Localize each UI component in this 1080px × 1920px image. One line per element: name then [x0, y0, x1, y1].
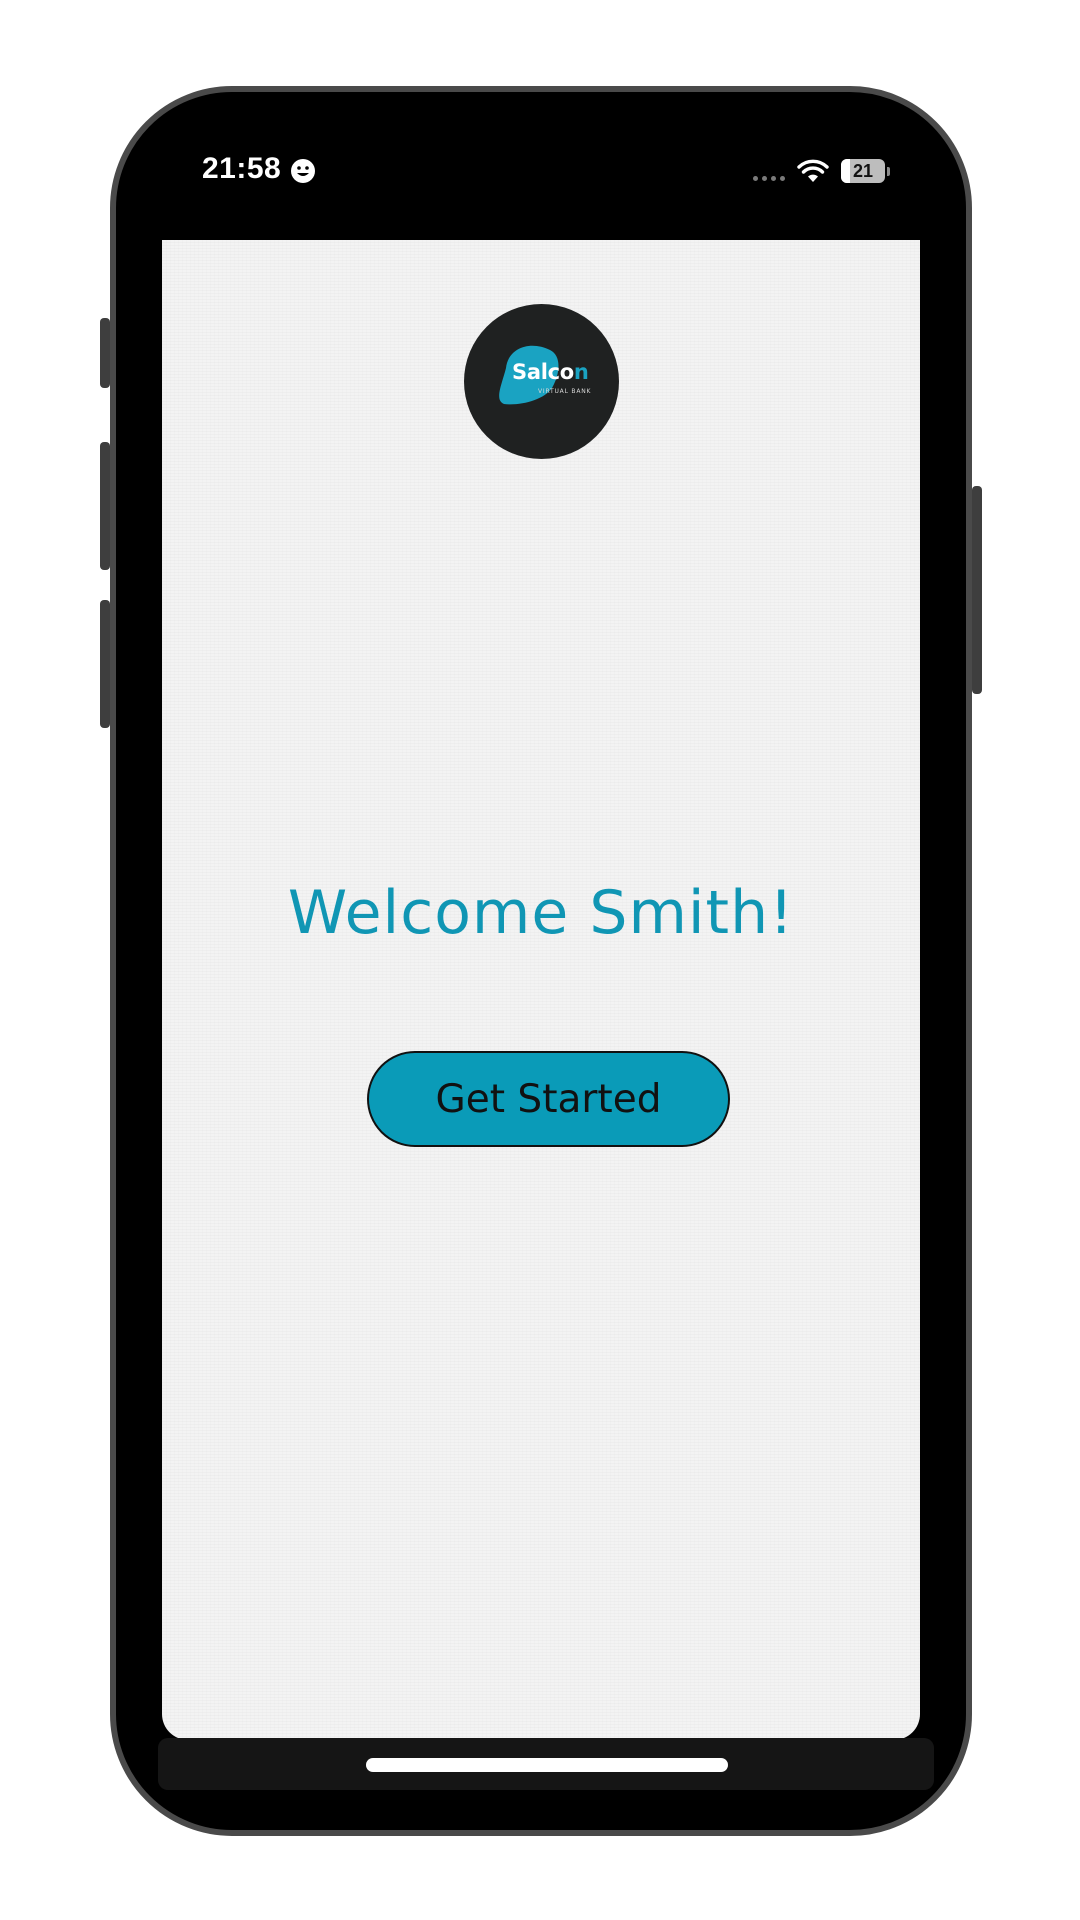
app-screen: Salcon VIRTUAL BANK Welcome Smith! Get S… [162, 240, 920, 1740]
logo-tagline: VIRTUAL BANK [538, 388, 592, 395]
logo-wordmark-accent: n [573, 360, 589, 384]
home-indicator[interactable] [366, 1758, 728, 1772]
battery-percent: 21 [852, 161, 874, 181]
logo-wordmark-main: Salco [512, 360, 574, 384]
cellular-signal-icon [753, 175, 785, 181]
wifi-icon [797, 159, 829, 182]
status-indicators: 21 [753, 158, 890, 184]
welcome-heading: Welcome Smith! [287, 878, 795, 948]
volume-down-button [100, 600, 110, 728]
smiley-face-icon [291, 159, 315, 183]
salcon-logo: Salcon VIRTUAL BANK [464, 304, 619, 459]
power-button [972, 486, 982, 694]
device-stage: 21:58 21 Salcon VIRTUAL BANK Welcome Smi… [0, 0, 1080, 1920]
mute-switch [100, 318, 110, 388]
get-started-button[interactable]: Get Started [367, 1051, 730, 1147]
battery-cap [887, 166, 890, 176]
volume-up-button [100, 442, 110, 570]
battery-icon: 21 [841, 159, 885, 183]
logo-wordmark: Salcon [512, 360, 589, 384]
status-time: 21:58 [202, 152, 282, 185]
